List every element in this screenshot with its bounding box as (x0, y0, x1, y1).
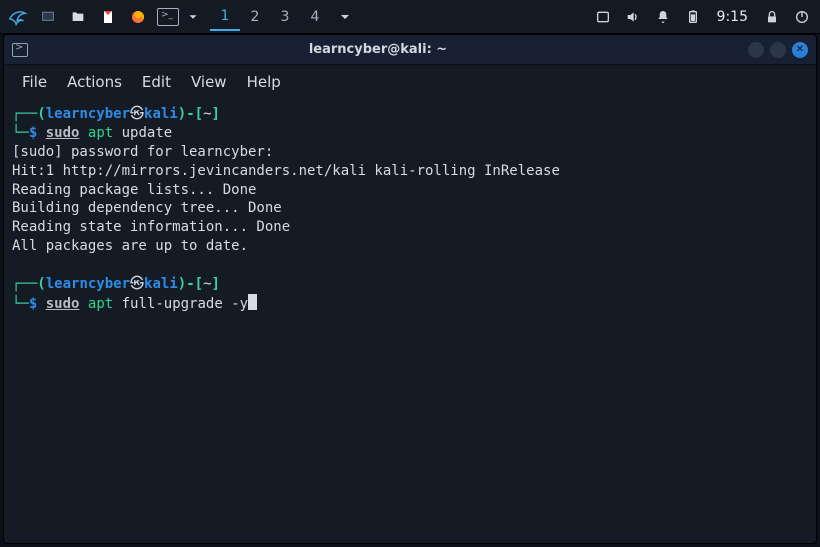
out-line: Hit:1 http://mirrors.jevincanders.net/ka… (12, 163, 560, 179)
prompt-at-icon: ㉿ (130, 106, 144, 122)
menu-help[interactable]: Help (247, 73, 281, 91)
terminal-cursor (248, 294, 257, 310)
power-icon[interactable] (790, 5, 814, 29)
cherrytree-icon[interactable] (96, 5, 120, 29)
workspace-3[interactable]: 3 (270, 3, 300, 31)
notifications-icon[interactable] (651, 5, 675, 29)
terminal-body[interactable]: ┌──(learncyber㉿kali)-[~] └─$ sudo apt up… (4, 99, 816, 543)
show-desktop-icon[interactable] (36, 5, 60, 29)
window-titlebar[interactable]: learncyber@kali: ~ (4, 35, 816, 65)
menu-edit[interactable]: Edit (142, 73, 171, 91)
window-minimize-button[interactable] (748, 42, 764, 58)
workspace-switcher: 1 2 3 4 (210, 3, 354, 31)
window-maximize-button[interactable] (770, 42, 786, 58)
battery-icon[interactable] (681, 5, 705, 29)
terminal-window: learncyber@kali: ~ File Actions Edit Vie… (3, 34, 817, 544)
out-line: [sudo] password for learncyber: (12, 144, 273, 160)
lock-icon[interactable] (760, 5, 784, 29)
out-line: All packages are up to date. (12, 238, 248, 254)
cmd-sudo: sudo (46, 125, 80, 141)
prompt-corner: ┌── (12, 106, 37, 122)
out-line: Reading package lists... Done (12, 182, 256, 198)
terminal-shortcut-icon[interactable] (156, 5, 180, 29)
prompt-cwd: ~ (203, 106, 211, 122)
workspace-2[interactable]: 2 (240, 3, 270, 31)
menu-actions[interactable]: Actions (67, 73, 122, 91)
window-controls (748, 42, 808, 58)
menubar: File Actions Edit View Help (4, 65, 816, 99)
workspace-1[interactable]: 1 (210, 3, 240, 31)
cmd-tail: full-upgrade -y (113, 296, 248, 312)
recorder-icon[interactable] (591, 5, 615, 29)
files-icon[interactable] (66, 5, 90, 29)
terminal-dropdown-icon[interactable] (186, 5, 200, 29)
clock[interactable]: 9:15 (711, 9, 754, 25)
menu-file[interactable]: File (22, 73, 47, 91)
out-line: Building dependency tree... Done (12, 200, 282, 216)
prompt-host: kali (144, 106, 178, 122)
cmd-tail: update (113, 125, 172, 141)
out-line: Reading state information... Done (12, 219, 290, 235)
window-title: learncyber@kali: ~ (16, 42, 740, 57)
window-app-icon (12, 43, 28, 57)
prompt-symbol: $ (29, 125, 37, 141)
top-panel: 1 2 3 4 9:15 (0, 0, 820, 34)
firefox-icon[interactable] (126, 5, 150, 29)
menu-view[interactable]: View (191, 73, 227, 91)
cmd-apt: apt (88, 125, 113, 141)
panel-launchers (6, 5, 200, 29)
workspace-dropdown-icon[interactable] (336, 5, 354, 29)
kali-menu-icon[interactable] (6, 5, 30, 29)
system-tray: 9:15 (591, 5, 814, 29)
window-close-button[interactable] (792, 42, 808, 58)
prompt-user: learncyber (46, 106, 130, 122)
volume-icon[interactable] (621, 5, 645, 29)
workspace-4[interactable]: 4 (300, 3, 330, 31)
